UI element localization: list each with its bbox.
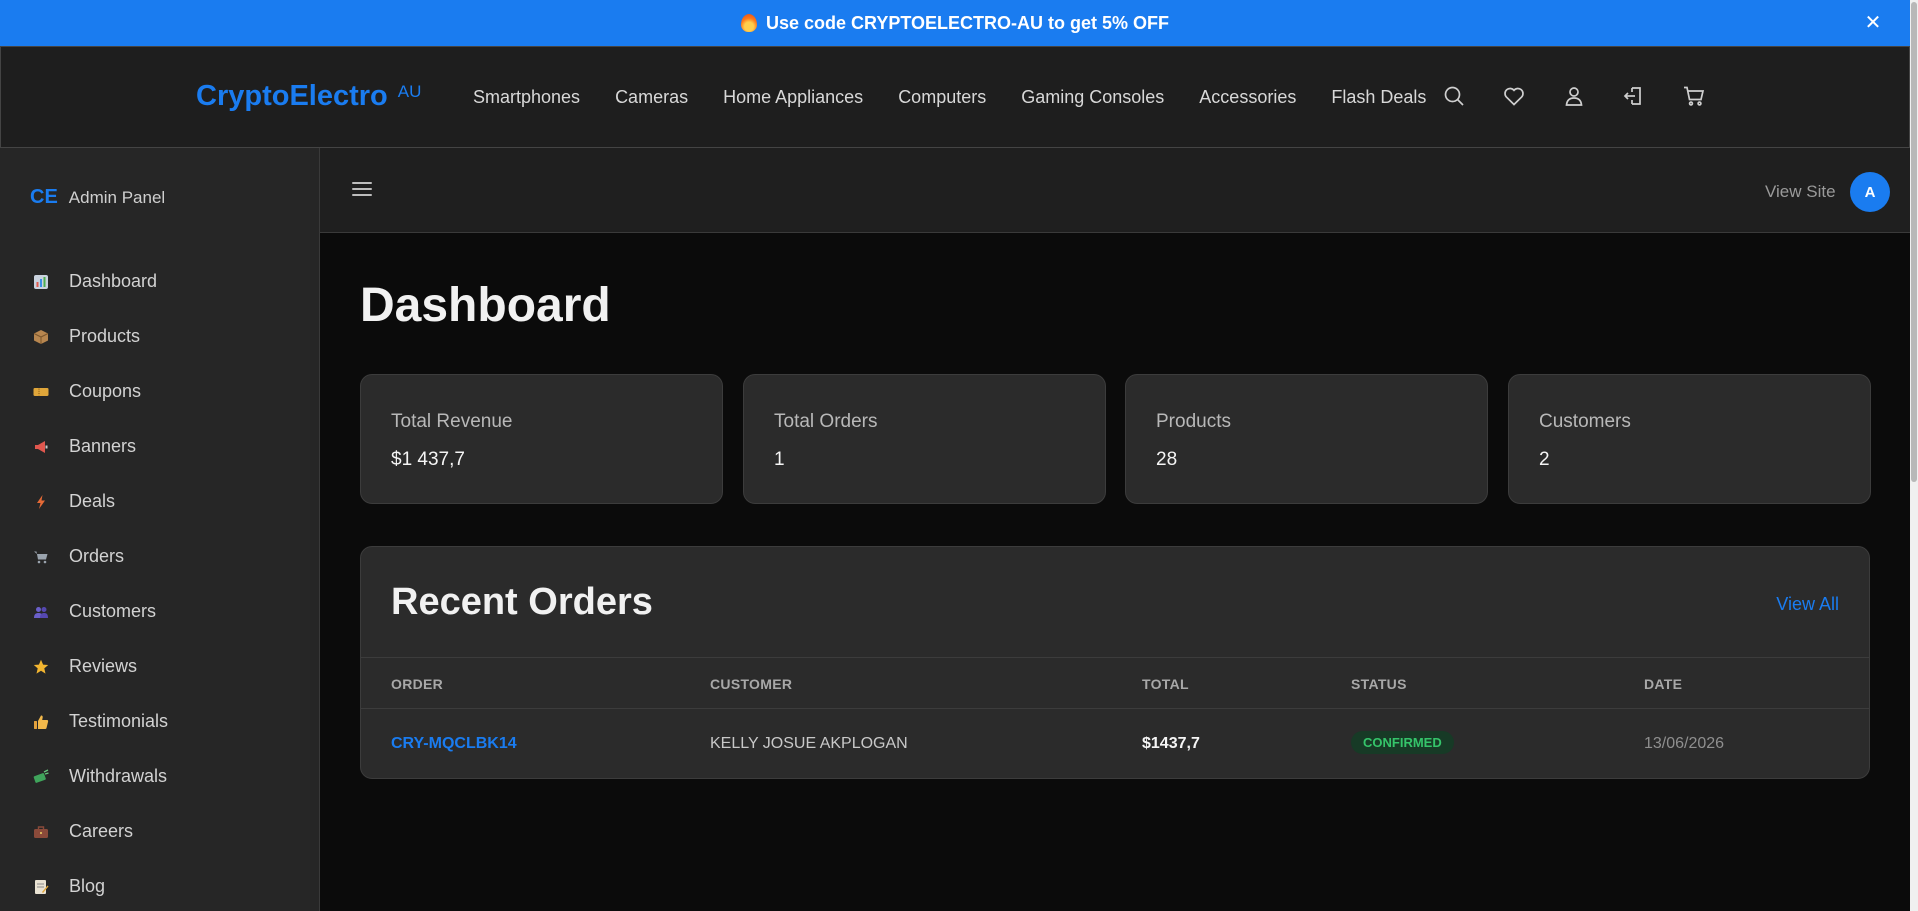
stat-label: Total Orders: [774, 411, 878, 432]
stat-value: $1 437,7: [391, 449, 465, 470]
sidebar-item-label: Orders: [69, 546, 125, 566]
promo-text: Use code CRYPTOELECTRO-AU to get 5% OFF: [765, 12, 1170, 33]
order-customer: KELLY JOSUE AKPLOGAN: [710, 735, 908, 752]
nav-home-appliances[interactable]: Home Appliances: [723, 87, 863, 108]
sidebar-item-blog[interactable]: Blog: [0, 859, 319, 911]
search-icon[interactable]: [1441, 83, 1467, 109]
column-header-status[interactable]: STATUS: [1351, 676, 1407, 692]
sidebar-item-label: Customers: [69, 601, 157, 621]
status-badge: CONFIRMED: [1351, 731, 1454, 754]
nav-computers[interactable]: Computers: [898, 87, 986, 108]
sidebar-item-label: Products: [69, 326, 141, 346]
table-header: ORDER CUSTOMER TOTAL STATUS DATE: [361, 657, 1869, 709]
main-nav: Smartphones Cameras Home Appliances Comp…: [473, 87, 1461, 108]
avatar[interactable]: A: [1850, 172, 1890, 212]
view-site-link[interactable]: View Site: [1765, 182, 1836, 202]
star-icon: [32, 658, 50, 676]
sidebar-item-label: Dashboard: [69, 271, 158, 291]
sidebar-menu: Dashboard Products Coupons Banners Deals…: [0, 254, 319, 911]
close-icon[interactable]: ✕: [1862, 12, 1884, 34]
sidebar-item-careers[interactable]: Careers: [0, 804, 319, 859]
order-id-link[interactable]: CRY-MQCLBK14: [391, 735, 517, 753]
column-header-total[interactable]: TOTAL: [1142, 676, 1189, 692]
menu-toggle-icon[interactable]: [352, 182, 372, 198]
thumbs-up-icon: [32, 713, 50, 731]
cart-icon: [32, 548, 50, 566]
top-navbar: CryptoElectro AU Smartphones Cameras Hom…: [0, 46, 1910, 148]
money-icon: [32, 768, 50, 786]
stat-label: Total Revenue: [391, 411, 513, 432]
sidebar-item-label: Careers: [69, 821, 134, 841]
nav-cameras[interactable]: Cameras: [615, 87, 688, 108]
nav-accessories[interactable]: Accessories: [1199, 87, 1296, 108]
sidebar-item-reviews[interactable]: Reviews: [0, 639, 319, 694]
briefcase-icon: [32, 823, 50, 841]
order-date: 13/06/2026: [1644, 735, 1725, 752]
column-header-customer[interactable]: CUSTOMER: [710, 676, 792, 692]
column-header-order[interactable]: ORDER: [391, 676, 443, 692]
nav-icons: [1441, 83, 1741, 109]
sidebar-item-label: Coupons: [69, 381, 142, 401]
nav-gaming-consoles[interactable]: Gaming Consoles: [1021, 87, 1164, 108]
stat-card-customers: Customers 2: [1508, 374, 1871, 504]
promo-banner: Use code CRYPTOELECTRO-AU to get 5% OFF …: [0, 0, 1910, 46]
order-total: $1437,7: [1142, 735, 1200, 752]
sidebar-item-products[interactable]: Products: [0, 309, 319, 364]
recent-orders-title: Recent Orders: [391, 581, 653, 623]
users-icon: [32, 603, 50, 621]
sidebar-item-label: Banners: [69, 436, 137, 456]
admin-sidebar: CE Admin Panel Dashboard Products Coupon…: [0, 148, 320, 911]
nav-flash-deals[interactable]: Flash Deals: [1331, 87, 1426, 108]
brand-region: AU: [397, 82, 422, 101]
user-icon[interactable]: [1561, 83, 1587, 109]
sidebar-item-label: Testimonials: [69, 711, 169, 731]
brand-name: CryptoElectro: [196, 80, 388, 112]
sidebar-item-label: Blog: [69, 876, 106, 896]
sidebar-item-banners[interactable]: Banners: [0, 419, 319, 474]
stat-value: 28: [1156, 449, 1178, 470]
sidebar-logo: CE: [30, 186, 58, 208]
stat-value: 1: [774, 449, 785, 470]
sidebar-item-customers[interactable]: Customers: [0, 584, 319, 639]
sidebar-item-label: Reviews: [69, 656, 138, 676]
memo-icon: [32, 878, 50, 896]
brand-logo[interactable]: CryptoElectro AU: [196, 80, 421, 113]
sidebar-item-deals[interactable]: Deals: [0, 474, 319, 529]
nav-smartphones[interactable]: Smartphones: [473, 87, 580, 108]
box-icon: [32, 328, 50, 346]
page-title: Dashboard: [360, 279, 611, 332]
recent-orders-panel: Recent Orders View All ORDER CUSTOMER TO…: [360, 546, 1870, 779]
sidebar-item-coupons[interactable]: Coupons: [0, 364, 319, 419]
sidebar-item-label: Deals: [69, 491, 116, 511]
stat-value: 2: [1539, 449, 1550, 470]
sidebar-title: Admin Panel: [68, 187, 166, 207]
sidebar-item-withdrawals[interactable]: Withdrawals: [0, 749, 319, 804]
lightning-icon: [32, 493, 50, 511]
view-all-link[interactable]: View All: [1776, 594, 1839, 615]
fire-icon: [740, 14, 757, 32]
stat-card-products: Products 28: [1125, 374, 1488, 504]
table-row[interactable]: CRY-MQCLBK14 KELLY JOSUE AKPLOGAN $1437,…: [361, 709, 1869, 779]
stat-label: Products: [1156, 411, 1231, 432]
ticket-icon: [32, 383, 50, 401]
sidebar-item-dashboard[interactable]: Dashboard: [0, 254, 319, 309]
stat-card-total-orders: Total Orders 1: [743, 374, 1106, 504]
sidebar-item-testimonials[interactable]: Testimonials: [0, 694, 319, 749]
scrollbar-thumb[interactable]: [1911, 2, 1917, 482]
chart-icon: [32, 273, 50, 291]
stat-label: Customers: [1539, 411, 1631, 432]
cart-icon[interactable]: [1681, 83, 1707, 109]
admin-topbar: View Site A: [320, 148, 1910, 233]
heart-icon[interactable]: [1501, 83, 1527, 109]
logout-icon[interactable]: [1621, 83, 1647, 109]
stat-card-total-revenue: Total Revenue $1 437,7: [360, 374, 723, 504]
sidebar-item-orders[interactable]: Orders: [0, 529, 319, 584]
column-header-date[interactable]: DATE: [1644, 676, 1682, 692]
megaphone-icon: [32, 438, 50, 456]
page-scrollbar[interactable]: [1910, 0, 1918, 911]
sidebar-item-label: Withdrawals: [69, 766, 168, 786]
sidebar-brand[interactable]: CE Admin Panel: [30, 186, 165, 209]
